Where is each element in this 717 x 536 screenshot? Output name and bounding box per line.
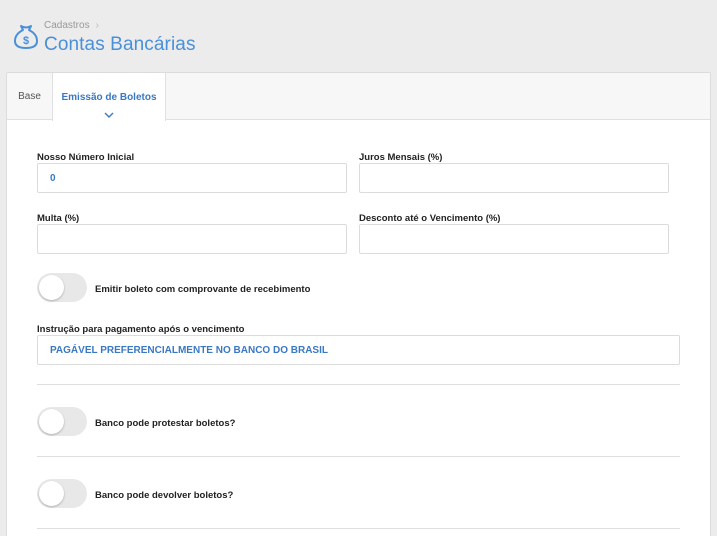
juros-label: Juros Mensais (%) (359, 152, 443, 163)
tab-base[interactable]: Base (7, 73, 52, 120)
nosso-numero-label: Nosso Número Inicial (37, 152, 135, 163)
chevron-right-icon: › (95, 20, 99, 31)
tab-emissao-de-boletos[interactable]: Emissão de Boletos (52, 73, 166, 121)
emitir-comprovante-label: Emitir boleto com comprovante de recebim… (95, 284, 311, 295)
multa-label: Multa (%) (37, 213, 80, 224)
page-header: $ Cadastros › Contas Bancárias (0, 0, 717, 72)
form-card: Base Emissão de Boletos Nosso Número Ini… (6, 72, 711, 536)
protestar-toggle[interactable] (37, 407, 87, 436)
devolver-label: Banco pode devolver boletos? (95, 490, 234, 501)
svg-text:$: $ (23, 35, 29, 47)
toggle-knob (39, 481, 64, 506)
emitir-comprovante-toggle[interactable] (37, 273, 87, 302)
multa-input[interactable] (37, 224, 347, 254)
instrucao-input[interactable]: PAGÁVEL PREFERENCIALMENTE NO BANCO DO BR… (37, 335, 680, 365)
divider (37, 384, 680, 385)
chevron-down-icon (104, 112, 114, 118)
toggle-knob (39, 275, 64, 300)
tab-label: Base (18, 91, 41, 102)
breadcrumb-item[interactable]: Cadastros (44, 20, 90, 31)
toggle-knob (39, 409, 64, 434)
protestar-label: Banco pode protestar boletos? (95, 418, 236, 429)
devolver-toggle[interactable] (37, 479, 87, 508)
nosso-numero-input[interactable]: 0 (37, 163, 347, 193)
tab-bar: Base Emissão de Boletos (7, 73, 710, 121)
money-bag-icon: $ (14, 25, 38, 49)
desconto-input[interactable] (359, 224, 669, 254)
divider (37, 528, 680, 529)
divider (37, 456, 680, 457)
instrucao-label: Instrução para pagamento após o vencimen… (37, 324, 245, 335)
breadcrumb: Cadastros › (44, 20, 99, 31)
tab-label: Emissão de Boletos (61, 91, 157, 103)
page-title: Contas Bancárias (44, 34, 196, 55)
juros-input[interactable] (359, 163, 669, 193)
desconto-label: Desconto até o Vencimento (%) (359, 213, 501, 224)
